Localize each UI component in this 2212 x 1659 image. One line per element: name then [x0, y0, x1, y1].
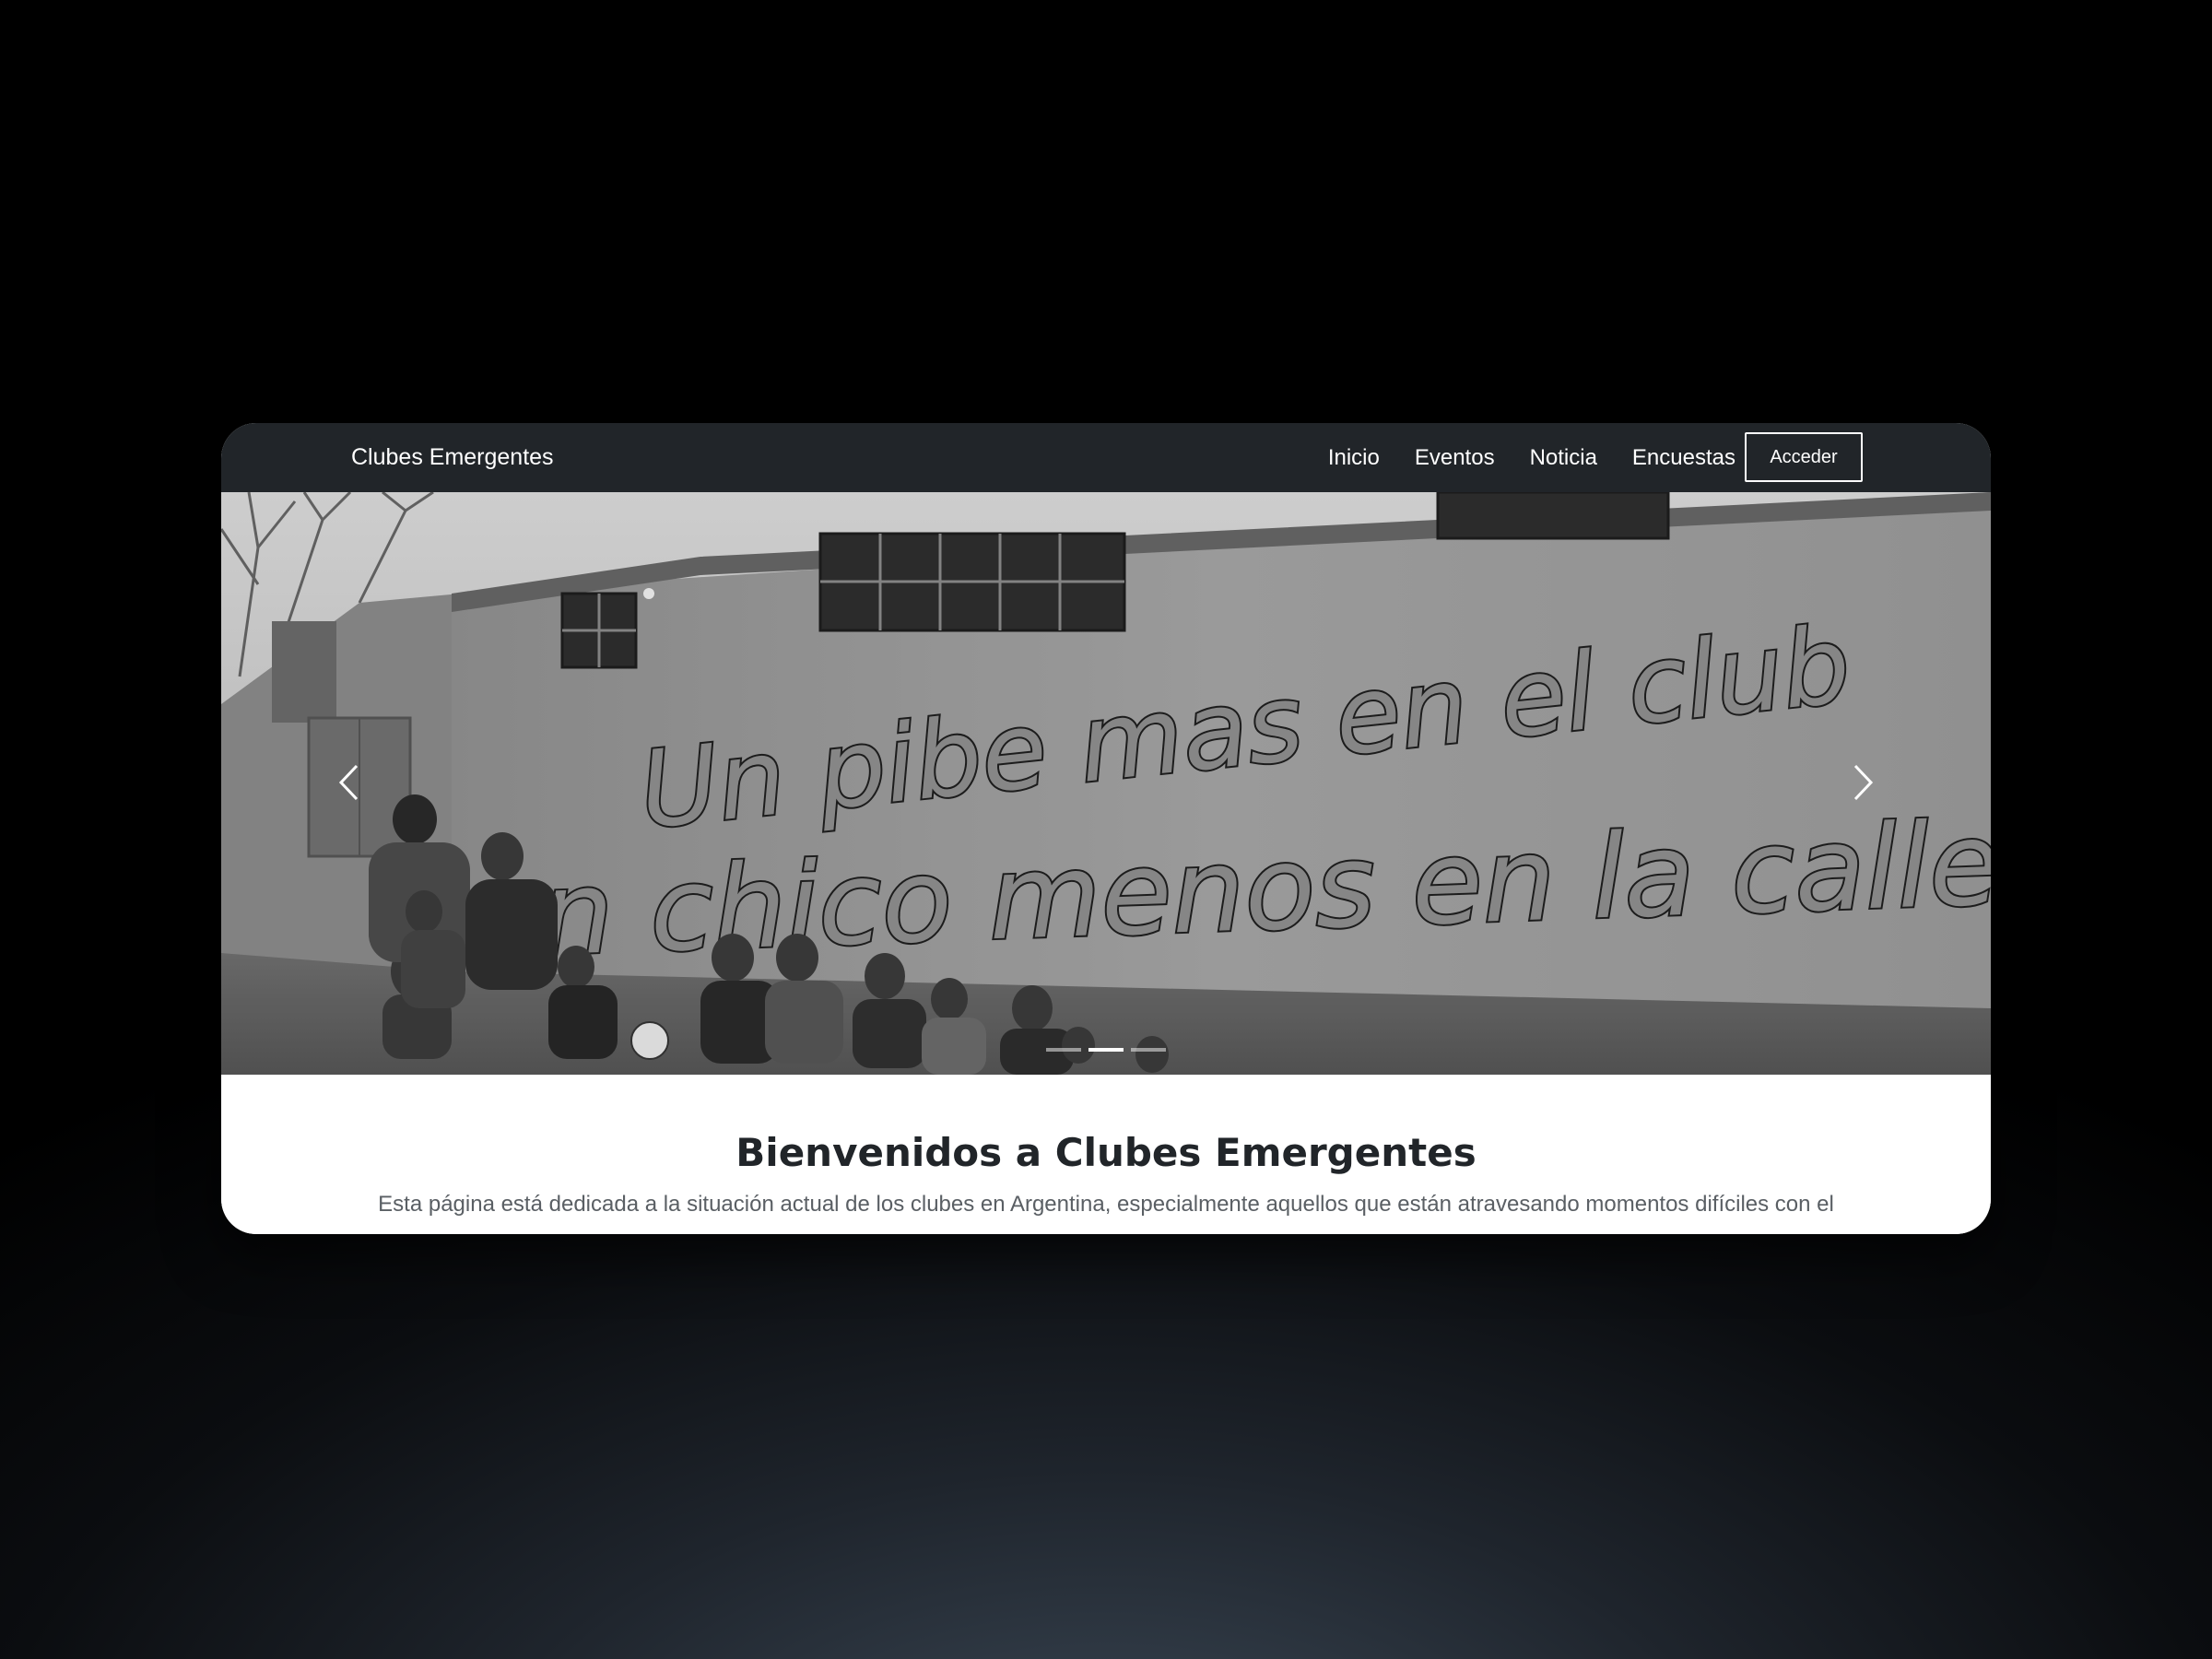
- carousel-prev-button[interactable]: [324, 746, 380, 819]
- welcome-text: Esta página está dedicada a la situación…: [378, 1192, 1834, 1217]
- navbar: Clubes Emergentes Inicio Eventos Noticia…: [221, 423, 1991, 492]
- nav-links: Inicio Eventos Noticia Encuestas: [1293, 423, 1735, 492]
- carousel-indicator-2[interactable]: [1088, 1048, 1124, 1052]
- brand-link[interactable]: Clubes Emergentes: [351, 423, 554, 492]
- nav-link-noticia[interactable]: Noticia: [1530, 445, 1597, 471]
- nav-link-eventos[interactable]: Eventos: [1415, 445, 1495, 471]
- welcome-title: Bienvenidos a Clubes Emergentes: [735, 1130, 1477, 1175]
- hero-carousel: Un pibe mas en el club un chico menos en…: [221, 492, 1991, 1075]
- carousel-next-button[interactable]: [1832, 746, 1888, 819]
- carousel-indicator-3[interactable]: [1131, 1048, 1166, 1052]
- carousel-indicators: [221, 1048, 1991, 1055]
- chevron-right-icon: [1853, 764, 1874, 801]
- login-button[interactable]: Acceder: [1745, 432, 1863, 482]
- nav-link-encuestas[interactable]: Encuestas: [1632, 445, 1735, 471]
- nav-link-inicio[interactable]: Inicio: [1328, 445, 1380, 471]
- welcome-section: Bienvenidos a Clubes Emergentes Esta pág…: [221, 1075, 1991, 1234]
- mural-photo: Un pibe mas en el club un chico menos en…: [221, 492, 1991, 1075]
- carousel-indicator-1[interactable]: [1046, 1048, 1081, 1052]
- chevron-left-icon: [338, 764, 359, 801]
- browser-window: Clubes Emergentes Inicio Eventos Noticia…: [221, 423, 1991, 1234]
